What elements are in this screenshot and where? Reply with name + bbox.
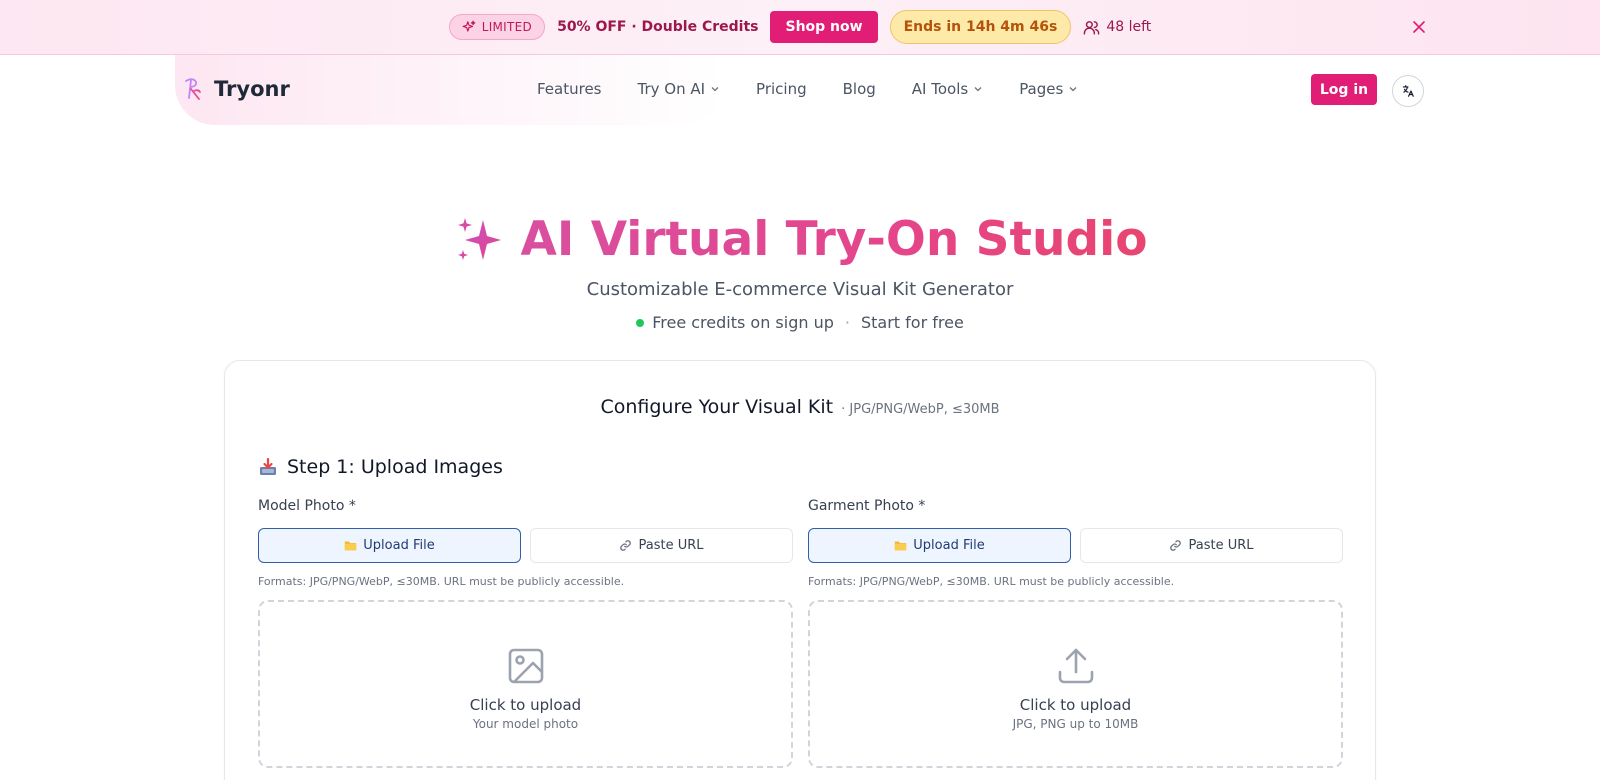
nav-ai-tools[interactable]: AI Tools — [912, 80, 983, 98]
chevron-down-icon — [711, 87, 719, 92]
logo-text: Tryonr — [214, 77, 290, 101]
folder-icon — [895, 541, 907, 551]
countdown-timer: Ends in 14h 4m 46s — [889, 10, 1072, 44]
chevron-down-icon — [974, 87, 982, 92]
login-button[interactable]: Log in — [1311, 74, 1377, 105]
sparkles-icon — [462, 20, 476, 32]
nav-ai-tools-label: AI Tools — [911, 80, 969, 98]
nav-pricing-label: Pricing — [756, 80, 807, 98]
card-title: Configure Your Visual Kit · JPG/PNG/WebP… — [0, 396, 1600, 418]
promo-banner: LIMITED 50% OFF · Double Credits Shop no… — [0, 0, 1600, 55]
garment-photo-section: Garment Photo * Upload File Paste URL Fo… — [808, 498, 1343, 768]
garment-dropzone-subtitle: JPG, PNG up to 10MB — [1012, 716, 1139, 731]
separator-dot: · — [844, 313, 850, 332]
free-credits-text: Free credits on sign up — [652, 313, 834, 332]
model-dropzone[interactable]: Click to upload Your model photo — [258, 600, 793, 768]
model-dropzone-subtitle: Your model photo — [472, 716, 579, 731]
nav-features-label: Features — [537, 80, 602, 98]
link-icon — [1170, 540, 1182, 551]
card-title-note: · JPG/PNG/WebP, ≤30MB — [841, 402, 1000, 417]
nav-pages-label: Pages — [1019, 80, 1064, 98]
garment-paste-url-label: Paste URL — [1188, 538, 1254, 553]
garment-format-hint: Formats: JPG/PNG/WebP, ≤30MB. URL must b… — [808, 575, 1175, 588]
card-title-text: Configure Your Visual Kit — [600, 396, 834, 418]
model-paste-url-label: Paste URL — [638, 538, 704, 553]
start-free-text: Start for free — [860, 313, 964, 332]
language-button[interactable] — [1392, 75, 1424, 107]
nav-pricing[interactable]: Pricing — [756, 80, 807, 98]
folder-icon — [345, 541, 357, 551]
model-photo-label: Model Photo * — [258, 498, 356, 514]
logo[interactable]: Tryonr — [182, 76, 290, 102]
garment-upload-file-label: Upload File — [913, 538, 985, 553]
status-dot — [636, 318, 645, 327]
upload-icon — [1058, 648, 1093, 683]
model-upload-file-label: Upload File — [363, 538, 435, 553]
garment-paste-url-button[interactable]: Paste URL — [1080, 528, 1343, 563]
shop-now-button[interactable]: Shop now — [770, 11, 878, 43]
step-1-label: Step 1: Upload Images — [287, 456, 503, 478]
remaining-count: 48 left — [1083, 19, 1151, 36]
nav-features[interactable]: Features — [537, 80, 602, 98]
nav-try-on-ai[interactable]: Try On AI — [638, 80, 721, 98]
chevron-down-icon — [1069, 87, 1077, 92]
garment-upload-file-button[interactable]: Upload File — [808, 528, 1071, 563]
model-upload-file-button[interactable]: Upload File — [258, 528, 521, 563]
step-1-title: Step 1: Upload Images — [259, 456, 503, 478]
hero-note: Free credits on sign up · Start for free — [0, 313, 1600, 332]
model-format-hint: Formats: JPG/PNG/WebP, ≤30MB. URL must b… — [258, 575, 625, 588]
model-paste-url-button[interactable]: Paste URL — [530, 528, 793, 563]
limited-badge-label: LIMITED — [481, 20, 533, 34]
link-icon — [620, 540, 632, 551]
nav-try-on-ai-label: Try On AI — [637, 80, 706, 98]
logo-icon — [185, 78, 201, 100]
close-icon[interactable] — [1409, 17, 1429, 37]
inbox-tray-icon — [260, 458, 276, 475]
garment-photo-label: Garment Photo * — [808, 498, 926, 514]
users-icon — [1084, 20, 1100, 35]
sparkles-icon — [457, 217, 501, 260]
model-dropzone-title: Click to upload — [469, 695, 582, 714]
nav-blog[interactable]: Blog — [843, 80, 876, 98]
garment-dropzone[interactable]: Click to upload JPG, PNG up to 10MB — [808, 600, 1343, 768]
translate-icon — [1402, 85, 1414, 97]
remaining-count-label: 48 left — [1106, 19, 1152, 35]
nav-blog-label: Blog — [842, 80, 876, 98]
image-icon — [508, 648, 543, 683]
nav-pages[interactable]: Pages — [1019, 80, 1078, 98]
garment-dropzone-title: Click to upload — [1019, 695, 1132, 714]
promo-text: 50% OFF · Double Credits — [557, 19, 759, 35]
limited-badge: LIMITED — [448, 14, 546, 40]
hero-title: AI Virtual Try-On Studio — [0, 212, 1600, 267]
page-title: AI Virtual Try-On Studio — [520, 212, 1148, 267]
model-photo-section: Model Photo * Upload File Paste URL Form… — [258, 498, 793, 768]
main-nav: Features Try On AI Pricing Blog AI Tools… — [537, 80, 1078, 98]
hero-subtitle: Customizable E-commerce Visual Kit Gener… — [586, 279, 1014, 300]
